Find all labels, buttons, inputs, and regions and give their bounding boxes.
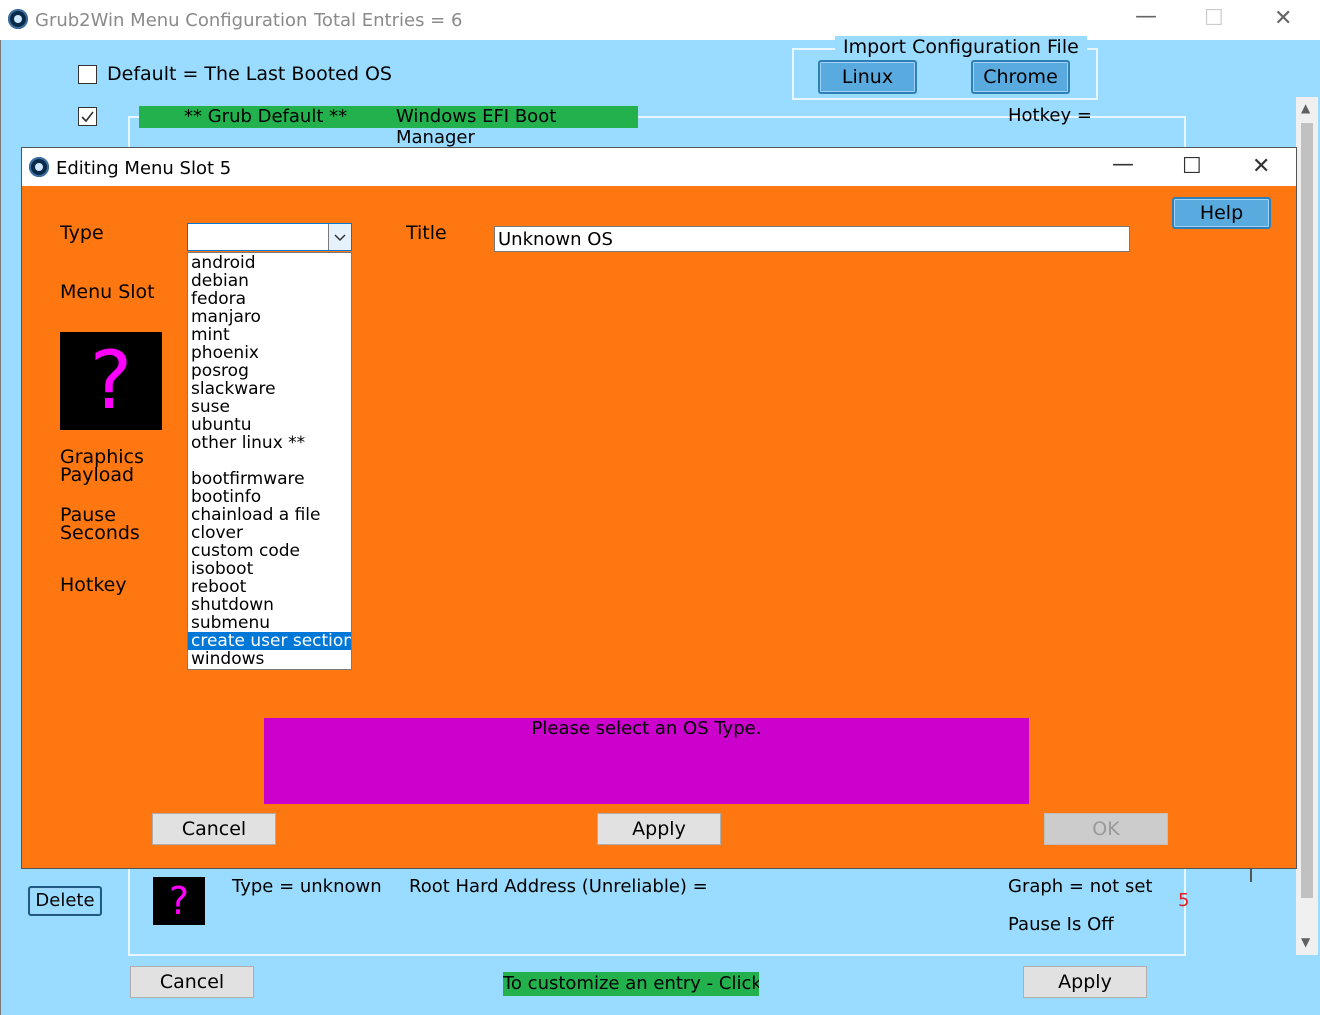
help-button[interactable]: Help xyxy=(1172,197,1271,229)
other-options: bootfirmware bootinfo chainload a file clov… xyxy=(188,470,351,668)
option-separator xyxy=(188,452,351,470)
grub-default-bar[interactable]: ** Grub Default ** Windows EFI Boot Mana… xyxy=(139,106,638,148)
linux-options: android debian fedora manjaro mint phoenix pos… xyxy=(188,254,351,452)
dialog-title-bar: Editing Menu Slot 5 — ☐ ✕ xyxy=(22,148,1296,186)
entry-root-address: Root Hard Address (Unreliable) = xyxy=(409,876,708,897)
import-config-label: Import Configuration File xyxy=(835,36,1087,58)
type-option-slackware[interactable]: slackware xyxy=(188,380,351,398)
status-message-box: Please select an OS Type. xyxy=(264,718,1029,804)
import-linux-button[interactable]: Linux xyxy=(818,60,917,94)
menu-slot-label: Menu Slot xyxy=(60,281,155,303)
scroll-thumb[interactable] xyxy=(1301,123,1313,898)
type-option-submenu[interactable]: submenu xyxy=(188,614,351,632)
graphics-payload-label: Graphics Payload xyxy=(60,446,144,486)
type-option-shutdown[interactable]: shutdown xyxy=(188,596,351,614)
grub-default-entry: Windows EFI Boot Manager xyxy=(396,106,557,148)
import-chrome-button[interactable]: Chrome xyxy=(971,60,1070,94)
entry-type: Type = unknown xyxy=(232,876,382,897)
unknown-os-icon-small[interactable]: ? xyxy=(153,877,205,925)
type-option-other-linux[interactable]: other linux ** xyxy=(188,434,351,452)
main-title-bar: Grub2Win Menu Configuration Total Entrie… xyxy=(0,0,1320,40)
main-apply-button[interactable]: Apply xyxy=(1023,966,1147,998)
pause-seconds-label: Pause Seconds xyxy=(60,504,140,544)
title-input[interactable]: Unknown OS xyxy=(494,226,1130,252)
dialog-maximize-icon[interactable]: ☐ xyxy=(1182,156,1202,178)
question-mark-icon: ? xyxy=(89,334,133,427)
type-option-mint[interactable]: mint xyxy=(188,326,351,344)
entry-graph: Graph = not set xyxy=(1008,876,1153,897)
default-last-booted-checkbox[interactable] xyxy=(78,65,97,84)
minimize-icon[interactable]: — xyxy=(1135,6,1157,28)
type-option-android[interactable]: android xyxy=(188,254,351,272)
title-input-value: Unknown OS xyxy=(498,229,613,250)
customize-hint: To customize an entry - Click xyxy=(503,972,759,996)
os-graphic-box[interactable]: ? xyxy=(60,332,162,430)
divider xyxy=(1250,868,1252,882)
chevron-down-icon[interactable] xyxy=(328,224,351,250)
type-option-debian[interactable]: debian xyxy=(188,272,351,290)
title-label: Title xyxy=(406,222,447,244)
type-option-bootfirmware[interactable]: bootfirmware xyxy=(188,470,351,488)
type-option-custom-code[interactable]: custom code xyxy=(188,542,351,560)
hotkey-label: Hotkey xyxy=(60,574,127,596)
status-message: Please select an OS Type. xyxy=(531,718,762,739)
type-option-isoboot[interactable]: isoboot xyxy=(188,560,351,578)
type-select[interactable] xyxy=(187,223,352,251)
editing-dialog: Editing Menu Slot 5 — ☐ ✕ Help Type Titl… xyxy=(21,147,1297,869)
dialog-cancel-button[interactable]: Cancel xyxy=(152,813,276,845)
delete-button[interactable]: Delete xyxy=(28,886,102,916)
type-option-manjaro[interactable]: manjaro xyxy=(188,308,351,326)
dialog-minimize-icon[interactable]: — xyxy=(1112,154,1134,176)
type-option-phoenix[interactable]: phoenix xyxy=(188,344,351,362)
window-title: Grub2Win Menu Configuration xyxy=(35,10,308,31)
entry-pause: Pause Is Off xyxy=(1008,914,1114,935)
default-last-booted-label: Default = The Last Booted OS xyxy=(107,63,392,85)
main-cancel-button[interactable]: Cancel xyxy=(130,966,254,998)
scroll-up-icon[interactable]: ▲ xyxy=(1301,101,1310,115)
close-icon[interactable]: ✕ xyxy=(1274,8,1292,30)
type-option-posrog[interactable]: posrog xyxy=(188,362,351,380)
type-label: Type xyxy=(60,222,104,244)
type-option-create-user-section[interactable]: create user section xyxy=(188,632,351,650)
type-option-reboot[interactable]: reboot xyxy=(188,578,351,596)
hotkey-label-top: Hotkey = xyxy=(1008,105,1092,126)
grub-default-checkbox[interactable] xyxy=(78,107,97,126)
scroll-down-icon[interactable]: ▼ xyxy=(1301,935,1310,949)
type-option-chainload-a-file[interactable]: chainload a file xyxy=(188,506,351,524)
dialog-ok-button[interactable]: OK xyxy=(1044,813,1168,845)
grub-default-tag: ** Grub Default ** xyxy=(184,106,348,127)
question-mark-icon: ? xyxy=(168,879,190,923)
type-option-ubuntu[interactable]: ubuntu xyxy=(188,416,351,434)
type-option-windows[interactable]: windows xyxy=(188,650,351,668)
dialog-apply-button[interactable]: Apply xyxy=(597,813,721,845)
entry-slot-number: 5 xyxy=(1178,890,1190,911)
type-option-fedora[interactable]: fedora xyxy=(188,290,351,308)
total-entries: Total Entries = 6 xyxy=(314,10,463,31)
main-scrollbar[interactable]: ▲ ▼ xyxy=(1296,97,1318,955)
type-dropdown-list[interactable]: android debian fedora manjaro mint phoenix pos… xyxy=(187,252,352,670)
dialog-title: Editing Menu Slot 5 xyxy=(56,158,232,179)
maximize-icon[interactable]: ☐ xyxy=(1204,8,1224,30)
type-option-suse[interactable]: suse xyxy=(188,398,351,416)
checkmark-icon xyxy=(81,111,94,123)
type-option-clover[interactable]: clover xyxy=(188,524,351,542)
grub2win-dialog-icon xyxy=(29,157,49,177)
dialog-close-icon[interactable]: ✕ xyxy=(1252,156,1270,178)
type-option-bootinfo[interactable]: bootinfo xyxy=(188,488,351,506)
grub2win-app-icon xyxy=(8,9,28,29)
